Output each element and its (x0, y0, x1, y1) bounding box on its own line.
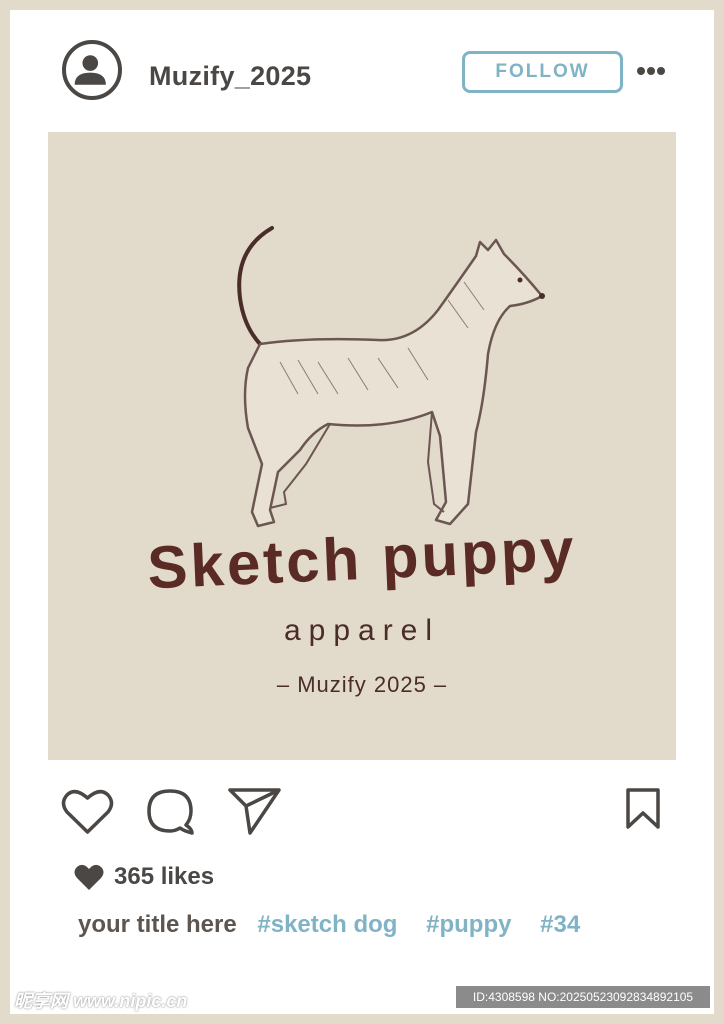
bookmark-icon[interactable] (625, 787, 661, 831)
username[interactable]: Muzify_2025 (149, 61, 311, 92)
hashtag[interactable]: #puppy (426, 911, 511, 938)
caption-title: your title here (78, 911, 237, 938)
brand-signature: – Muzify 2025 – (276, 672, 448, 697)
post-image[interactable]: Sketch puppy apparel – Muzify 2025 – (48, 132, 676, 760)
hashtag[interactable]: #sketch dog (257, 911, 397, 938)
likes-count: 365 likes (114, 863, 215, 890)
more-options-icon[interactable] (636, 64, 666, 78)
watermark-id: ID:4308598 NO:20250523092834892105 (456, 986, 710, 1008)
likes-row[interactable]: 365 likes (74, 862, 214, 892)
user-avatar-icon[interactable] (62, 40, 122, 100)
heart-outline-icon[interactable] (61, 788, 114, 836)
hashtag[interactable]: #34 (540, 911, 580, 938)
dog-sketch-illustration (237, 226, 545, 528)
heart-filled-icon (74, 864, 104, 890)
brand-subtitle: apparel (283, 614, 441, 647)
follow-button[interactable]: FOLLOW (462, 51, 623, 93)
send-paper-plane-icon[interactable] (228, 786, 282, 836)
comment-bubble-icon[interactable] (146, 787, 194, 835)
watermark-site: 昵享网 www.nipic.cn (14, 991, 188, 1011)
caption: your title here #sketch dog #puppy #34 (78, 911, 602, 939)
